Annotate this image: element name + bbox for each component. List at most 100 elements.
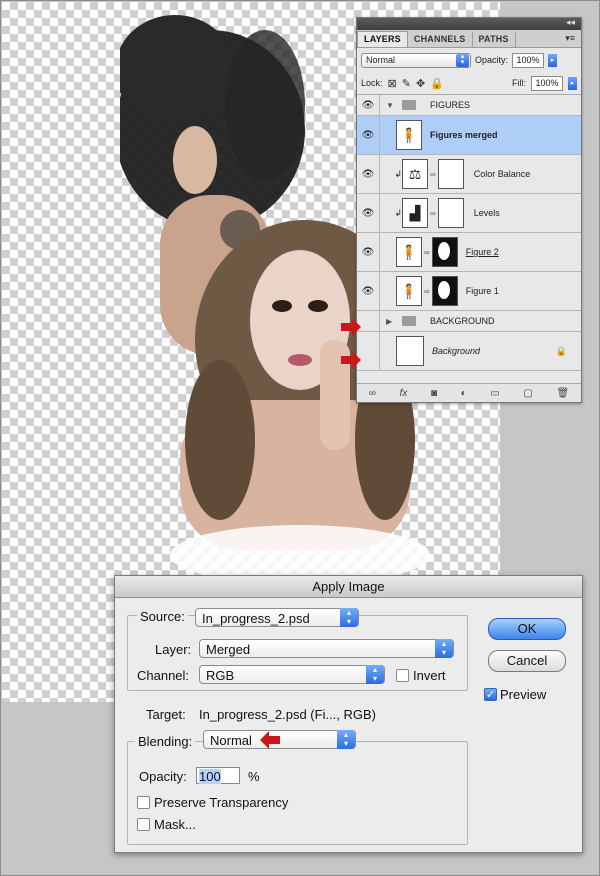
panel-menu-icon[interactable]: ▾≡ [565, 33, 575, 44]
layer-name: BACKGROUND [430, 316, 495, 326]
annotation-arrow [341, 318, 361, 336]
eye-icon[interactable]: 👁 [357, 95, 380, 115]
layer-mask-thumbnail [437, 159, 464, 189]
expand-right-icon[interactable]: ▶ [386, 317, 396, 326]
blend-row: Normal ▴ ▾ Opacity: 100% ▸ [357, 48, 581, 72]
layer-row-levels[interactable]: 👁 ↲ ▟ ∞ Levels [357, 194, 581, 233]
tab-layers[interactable]: LAYERS [357, 31, 408, 47]
source-value: In_progress_2.psd [202, 611, 310, 626]
folder-icon [402, 100, 416, 110]
adjustment-layer-icon[interactable]: ◐ [461, 388, 467, 399]
add-mask-icon[interactable]: ◙ [431, 388, 437, 399]
layer-name: Color Balance [473, 169, 531, 179]
target-label: Target: [146, 707, 186, 722]
expand-down-icon[interactable]: ▼ [386, 101, 396, 110]
levels-histogram-icon: ▟ [402, 198, 428, 228]
layer-row-background[interactable]: Background 🔒 [357, 332, 581, 371]
clip-arrow-icon: ↲ [394, 207, 402, 218]
preview-checkbox[interactable]: ✓ [484, 688, 497, 701]
link-icon[interactable]: ∞ [424, 287, 430, 296]
fill-input[interactable]: 100% [531, 75, 563, 91]
link-icon[interactable]: ∞ [430, 170, 436, 179]
layer-name: Levels [473, 208, 500, 218]
tab-channels[interactable]: CHANNELS [408, 32, 473, 47]
blend-mode-select[interactable]: Normal ▴ ▾ [361, 52, 471, 68]
fill-dropdown-icon[interactable]: ▸ [568, 76, 577, 90]
lock-label: Lock: [361, 78, 383, 88]
lock-all-icon[interactable]: 🔒 [430, 77, 444, 90]
chevron-updown-icon: ▴ ▾ [456, 53, 469, 67]
layer-row-figures-group[interactable]: 👁 ▼ FIGURES [357, 95, 581, 116]
folder-icon [402, 316, 416, 326]
layer-row-background-group[interactable]: ▶ BACKGROUND [357, 311, 581, 332]
lock-brush-icon[interactable]: ✎ [402, 77, 411, 90]
target-value: In_progress_2.psd (Fi..., RGB) [199, 707, 377, 722]
tab-paths[interactable]: PATHS [473, 32, 516, 47]
blending-value: Normal [210, 733, 252, 748]
cancel-button[interactable]: Cancel [488, 650, 566, 672]
layer-row-color-balance[interactable]: 👁 ↲ ⚖ ∞ Color Balance [357, 155, 581, 194]
source-select[interactable]: In_progress_2.psd ▴ ▾ [195, 608, 359, 627]
eye-icon[interactable]: 👁 [357, 194, 380, 232]
panel-toolbar: ∞ fx ◙ ◐ ▭ ▢ 🗑 [357, 383, 581, 402]
chevron-updown-icon: ▴ ▾ [435, 639, 453, 658]
layer-thumbnail: 🧍 [396, 276, 422, 306]
layer-value: Merged [206, 642, 251, 657]
layer-opacity-input[interactable]: 100% [512, 52, 545, 68]
eye-icon[interactable]: 👁 [357, 155, 380, 193]
preserve-transparency-checkbox[interactable] [137, 796, 150, 809]
mask-checkbox[interactable] [137, 818, 150, 831]
layer-row-figure-2[interactable]: 👁 🧍 ∞ Figure 2 [357, 233, 581, 272]
panel-tabs: LAYERS CHANNELS PATHS ▾≡ [357, 30, 581, 48]
panel-titlebar[interactable]: ◂◂ [357, 17, 581, 30]
blending-label: Blending: [135, 734, 196, 749]
trash-icon[interactable]: 🗑 [556, 388, 569, 399]
clip-arrow-icon: ↲ [394, 168, 402, 179]
layer-name: Figures merged [430, 130, 498, 140]
layer-row-figure-1[interactable]: 👁 🧍 ∞ Figure 1 [357, 272, 581, 311]
blend-mode-value: Normal [366, 55, 396, 65]
layer-thumbnail [396, 336, 424, 366]
opacity-dropdown-icon[interactable]: ▸ [548, 53, 558, 67]
link-icon[interactable]: ∞ [430, 209, 436, 218]
lock-icon: 🔒 [555, 345, 567, 356]
channel-value: RGB [206, 668, 235, 683]
eye-icon[interactable]: 👁 [357, 272, 380, 310]
eye-icon[interactable]: 👁 [357, 116, 380, 154]
opacity-value: 100 [199, 769, 221, 784]
annotation-arrow [341, 351, 361, 369]
opacity-label: Opacity: [475, 55, 509, 65]
invert-label: Invert [413, 668, 446, 683]
opacity-input[interactable]: 100 [196, 767, 240, 784]
source-label: Source: [137, 609, 188, 624]
invert-checkbox[interactable] [396, 669, 409, 682]
layer-name: Figure 2 [465, 247, 499, 257]
ok-button[interactable]: OK [488, 618, 566, 640]
lock-transparent-icon[interactable]: ⊠ [388, 77, 397, 90]
preserve-transparency-label: Preserve Transparency [154, 795, 289, 810]
opacity-label: Opacity: [139, 769, 187, 784]
layer-name: FIGURES [430, 100, 471, 110]
eye-icon[interactable]: 👁 [357, 233, 380, 271]
layer-mask-thumbnail [431, 237, 458, 267]
new-layer-icon[interactable]: ▢ [523, 388, 532, 399]
link-icon[interactable]: ∞ [424, 248, 430, 257]
preview-label: Preview [500, 687, 547, 702]
channel-select[interactable]: RGB ▴ ▾ [199, 665, 385, 684]
new-group-icon[interactable]: ▭ [490, 388, 499, 399]
layers-panel: ◂◂ LAYERS CHANNELS PATHS ▾≡ Normal ▴ ▾ Op… [356, 17, 582, 403]
channel-label: Channel: [137, 668, 190, 683]
collapse-icon[interactable]: ◂◂ [566, 17, 575, 28]
fx-icon[interactable]: fx [400, 388, 408, 399]
layer-row-figures-merged[interactable]: 👁 🧍 Figures merged [357, 116, 581, 155]
link-layers-icon[interactable]: ∞ [369, 388, 376, 399]
layer-name: Background [432, 346, 481, 356]
lock-row: Lock: ⊠ ✎ ✥ 🔒 Fill: 100% ▸ [357, 72, 581, 95]
chevron-updown-icon: ▴ ▾ [340, 608, 358, 627]
balance-scale-icon: ⚖ [402, 159, 428, 189]
layer-select[interactable]: Merged ▴ ▾ [199, 639, 454, 658]
annotation-arrow [260, 731, 280, 749]
fill-label: Fill: [512, 78, 526, 88]
lock-move-icon[interactable]: ✥ [416, 77, 425, 90]
chevron-updown-icon: ▴ ▾ [366, 665, 384, 684]
